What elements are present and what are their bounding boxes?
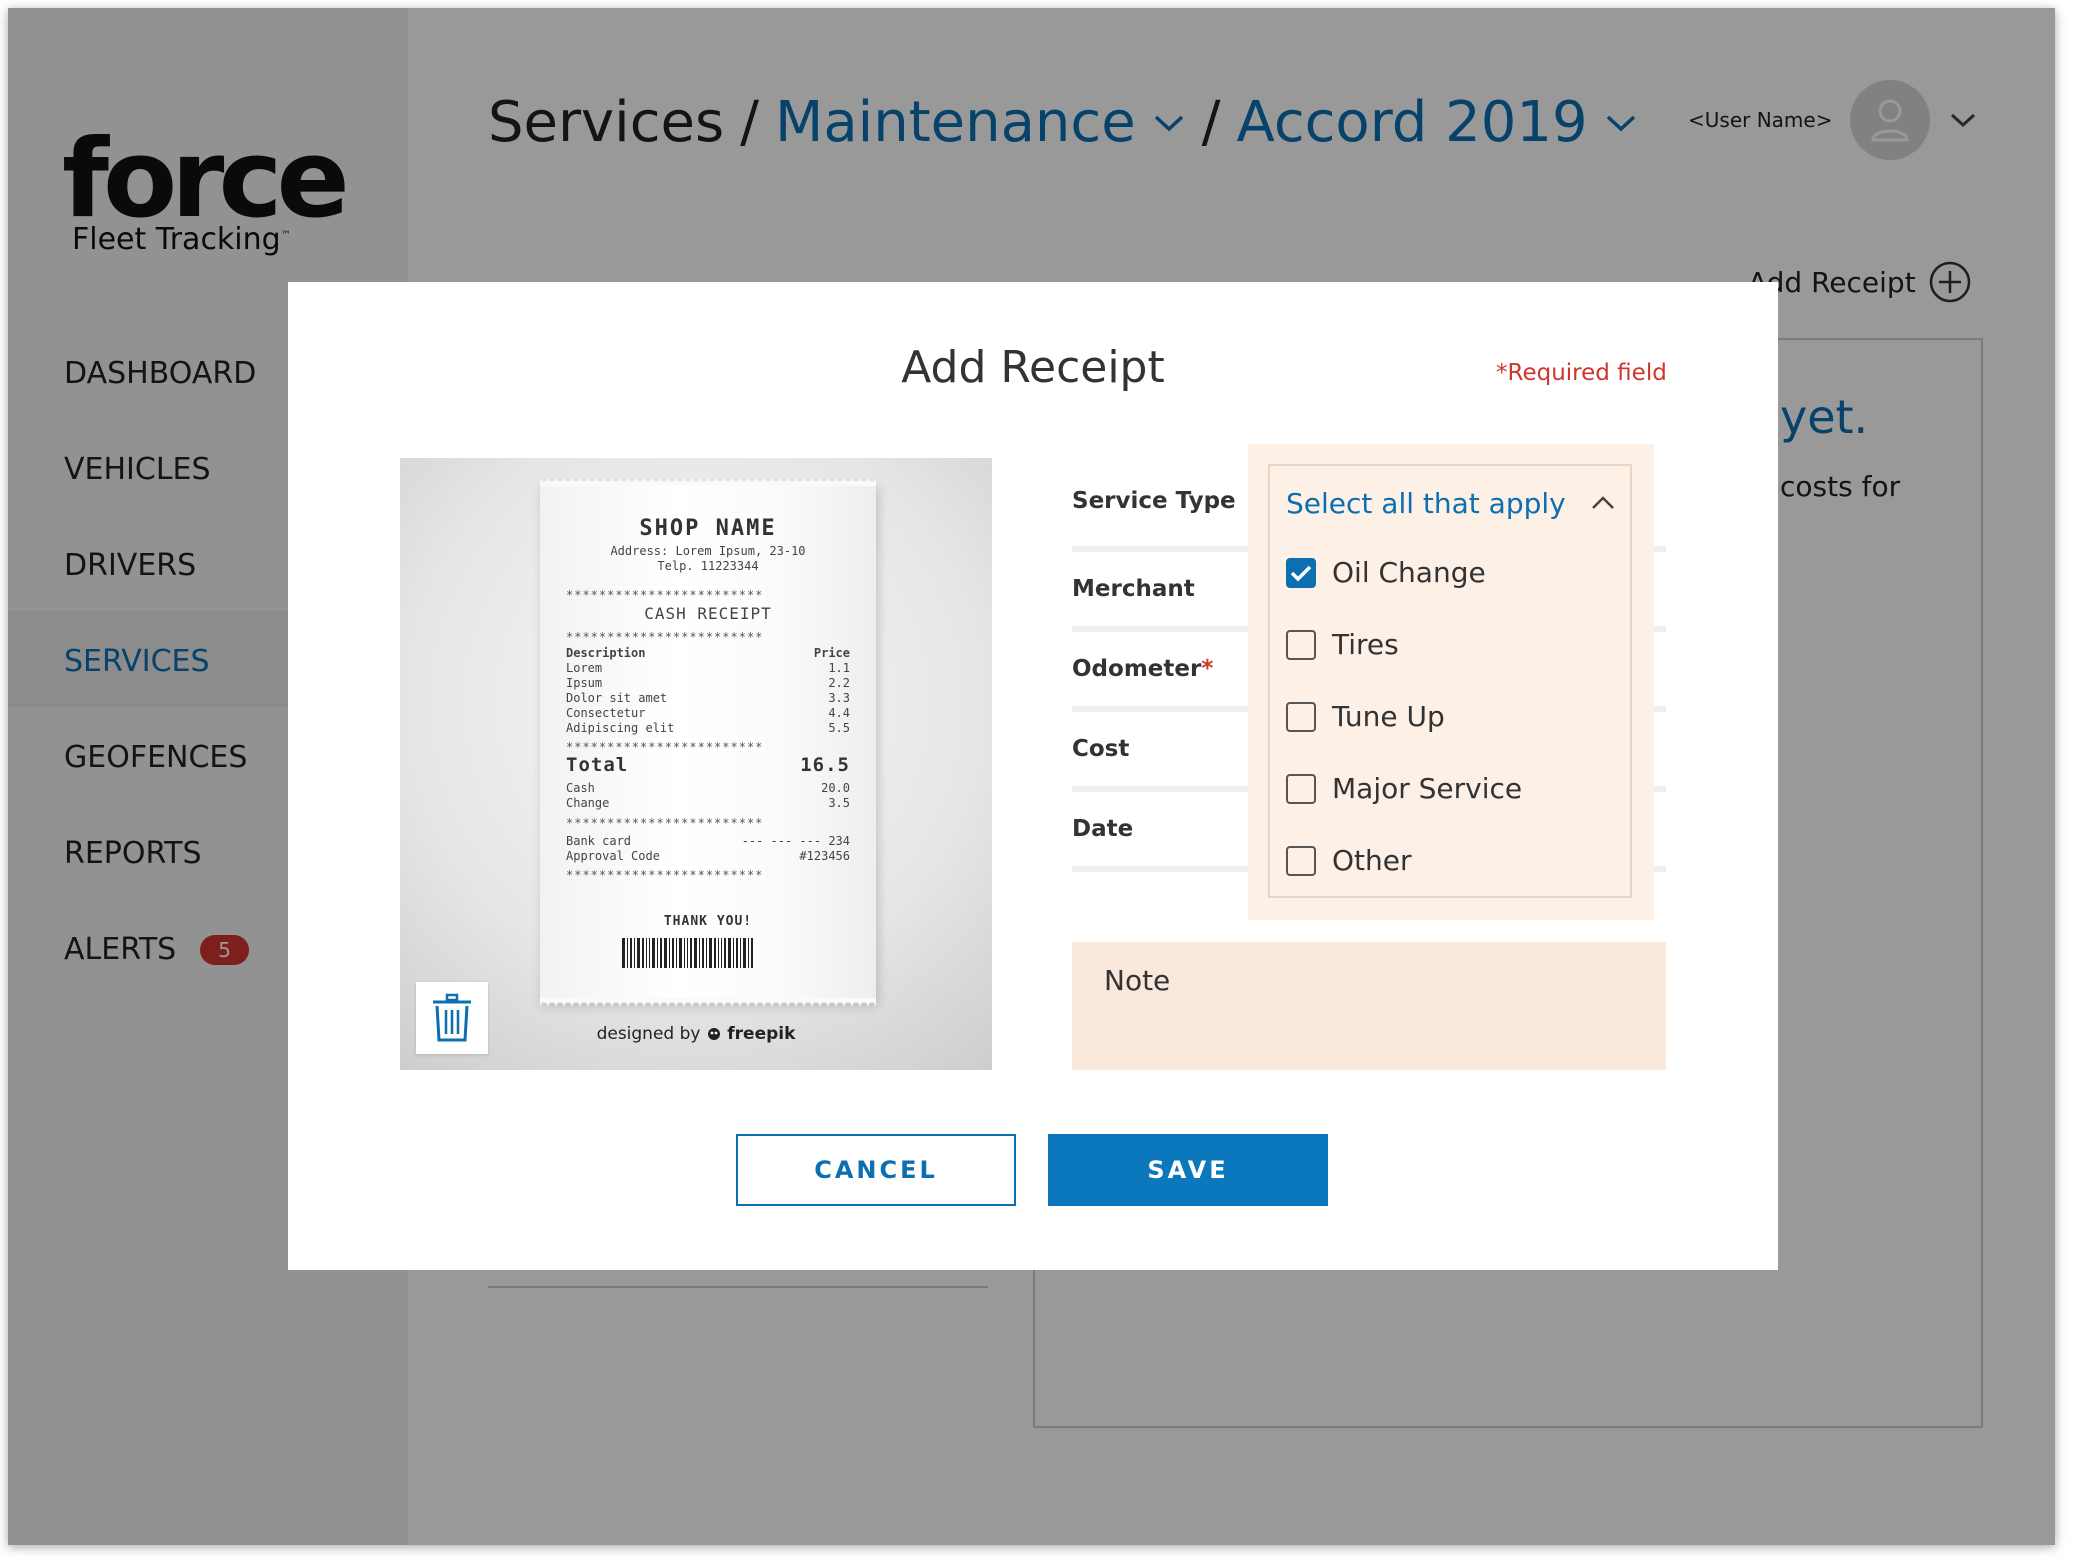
trash-icon [433, 993, 471, 1042]
receipt-line-item: Ipsum 2.2 [566, 676, 850, 690]
checkbox-checked[interactable] [1286, 557, 1316, 588]
receipt-total: Total 16.5 [566, 754, 850, 776]
service-type-select[interactable]: Select all that apply [1286, 478, 1616, 528]
barcode-icon [622, 938, 798, 968]
receipt-paper: SHOP NAME Address: Lorem Ipsum, 23-10 Tel… [540, 478, 876, 1006]
receipt-line-item: Lorem 1.1 [566, 661, 850, 675]
merchant-field[interactable]: Merchant [1072, 576, 1195, 602]
odometer-field[interactable]: Odometer* [1072, 656, 1213, 682]
receipt-image: SHOP NAME Address: Lorem Ipsum, 23-10 Tel… [400, 458, 992, 1070]
receipt-divider: ************************ [566, 630, 764, 644]
receipt-shop-name: SHOP NAME [639, 516, 777, 541]
option-tires[interactable]: Tires [1286, 628, 1399, 661]
checkbox[interactable] [1286, 629, 1316, 660]
receipt-divider: ************************ [566, 868, 764, 882]
required-field-note: *Required field [1496, 360, 1667, 386]
note-field[interactable]: Note [1072, 942, 1666, 1070]
receipt-bank-card: Bank card --- --- --- 234 [566, 834, 850, 848]
option-other[interactable]: Other [1286, 844, 1412, 877]
receipt-column-header: Description Price [566, 646, 850, 660]
freepik-logo-icon [707, 1028, 720, 1040]
receipt-line-item: Consectetur 4.4 [566, 706, 850, 720]
receipt-thanks: THANK YOU! [663, 914, 753, 929]
cancel-button[interactable]: CANCEL [736, 1134, 1016, 1206]
check-icon [1290, 565, 1312, 581]
receipt-divider: ************************ [566, 588, 764, 602]
checkbox[interactable] [1286, 773, 1316, 804]
receipt-approval-code: Approval Code #123456 [566, 849, 850, 863]
option-oil-change[interactable]: Oil Change [1286, 556, 1486, 589]
service-type-dropdown[interactable]: Select all that apply Oil Change Tires T… [1268, 464, 1632, 898]
receipt-cash: Cash 20.0 [566, 781, 850, 795]
receipt-line-item: Adipiscing elit 5.5 [566, 721, 850, 735]
receipt-divider: ************************ [566, 816, 764, 830]
image-credit: designed by freepik [596, 1024, 796, 1044]
receipt-heading: CASH RECEIPT [644, 604, 772, 623]
date-field[interactable]: Date [1072, 816, 1133, 842]
receipt-line-item: Dolor sit amet 3.3 [566, 691, 850, 705]
add-receipt-modal: Add Receipt *Required field SHOP NAME Ad… [288, 282, 1778, 1270]
receipt-change: Change 3.5 [566, 796, 850, 810]
save-button[interactable]: SAVE [1048, 1134, 1328, 1206]
checkbox[interactable] [1286, 701, 1316, 732]
option-tune-up[interactable]: Tune Up [1286, 700, 1445, 733]
cost-field[interactable]: Cost [1072, 736, 1129, 762]
checkbox[interactable] [1286, 845, 1316, 876]
receipt-address: Address: Lorem Ipsum, 23-10 Telp. 1122334… [610, 544, 806, 573]
service-type-label: Service Type [1072, 488, 1236, 514]
receipt-divider: ************************ [566, 740, 764, 754]
note-placeholder: Note [1104, 964, 1171, 997]
chevron-up-icon[interactable] [1590, 494, 1616, 512]
option-major-service[interactable]: Major Service [1286, 772, 1522, 805]
service-type-placeholder: Select all that apply [1286, 486, 1566, 520]
delete-image-button[interactable] [416, 982, 488, 1054]
service-type-dropdown-zone: Select all that apply Oil Change Tires T… [1248, 444, 1654, 920]
